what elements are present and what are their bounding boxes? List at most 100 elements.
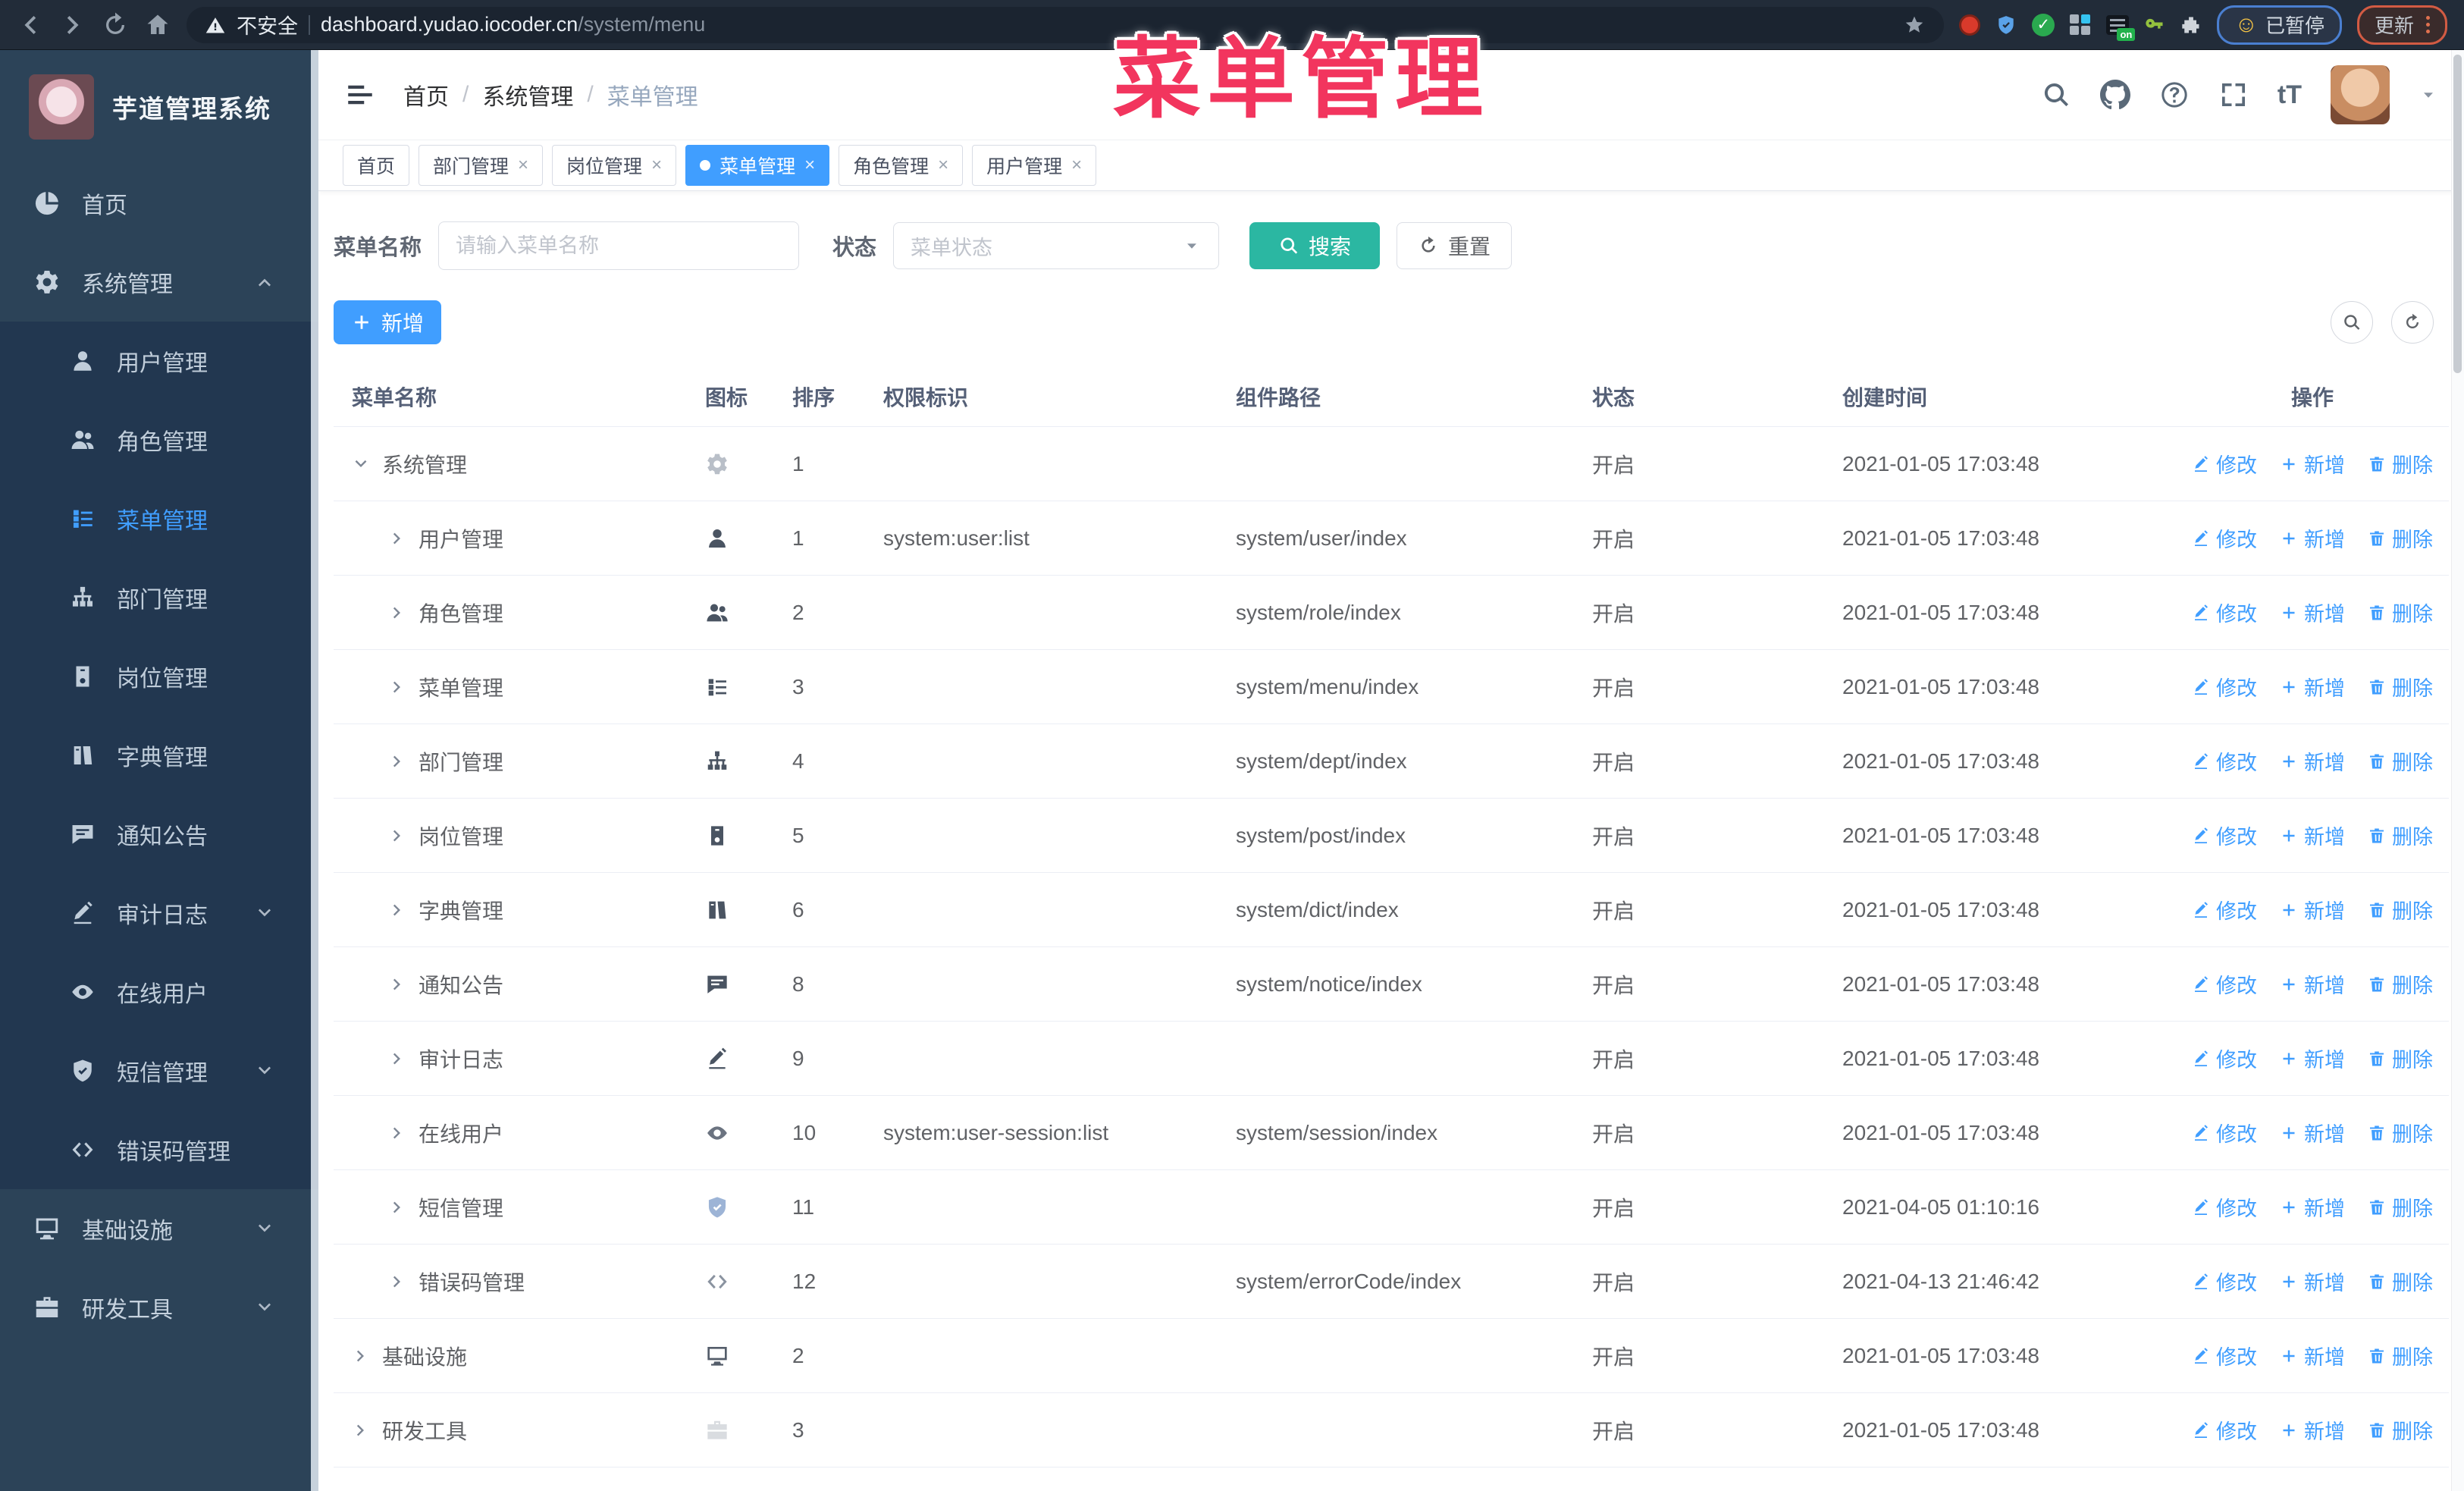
breadcrumb-home[interactable]: 首页 (403, 78, 449, 111)
key-extension-icon[interactable] (2144, 14, 2165, 36)
expand-chevron-right-icon[interactable] (388, 1124, 406, 1142)
edit-link[interactable]: 修改 (2192, 1044, 2257, 1073)
view-tab-岗位管理[interactable]: 岗位管理 × (552, 145, 677, 186)
grid-extension-icon[interactable] (2070, 14, 2091, 36)
refresh-table-button[interactable] (2391, 301, 2434, 344)
delete-link[interactable]: 删除 (2368, 598, 2433, 627)
delete-link[interactable]: 删除 (2368, 1118, 2433, 1147)
expand-chevron-right-icon[interactable] (388, 975, 406, 993)
kebab-menu-icon[interactable] (2426, 16, 2430, 33)
view-tab-部门管理[interactable]: 部门管理 × (419, 145, 544, 186)
fullscreen-icon[interactable] (2218, 80, 2249, 110)
breadcrumb-system[interactable]: 系统管理 (482, 78, 573, 111)
add-child-link[interactable]: 新增 (2280, 523, 2345, 553)
expand-collapse-icon[interactable] (352, 455, 370, 473)
edit-link[interactable]: 修改 (2192, 1341, 2257, 1370)
sidebar-item-gear[interactable]: 系统管理 (0, 243, 318, 322)
show-search-toggle-button[interactable] (2331, 301, 2373, 344)
edit-link[interactable]: 修改 (2192, 1267, 2257, 1296)
shield-extension-icon[interactable] (1995, 14, 2017, 36)
status-select[interactable]: 菜单状态 (893, 222, 1220, 269)
add-child-link[interactable]: 新增 (2280, 672, 2345, 702)
expand-chevron-right-icon[interactable] (352, 1347, 370, 1365)
sidebar-subitem-users[interactable]: 角色管理 (0, 400, 318, 479)
extensions-puzzle-icon[interactable] (2180, 14, 2202, 36)
sidebar-scrollbar[interactable] (311, 50, 318, 1491)
sidebar-subitem-menutree[interactable]: 菜单管理 (0, 479, 318, 558)
address-bar[interactable]: 不安全 dashboard.yudao.iocoder.cn/system/me… (187, 6, 1945, 43)
expand-chevron-right-icon[interactable] (388, 678, 406, 696)
scrollbar-thumb[interactable] (2453, 55, 2462, 373)
edit-link[interactable]: 修改 (2192, 1415, 2257, 1445)
delete-link[interactable]: 删除 (2368, 895, 2433, 924)
close-icon[interactable]: × (651, 155, 662, 176)
delete-link[interactable]: 删除 (2368, 1044, 2433, 1073)
view-tab-用户管理[interactable]: 用户管理 × (972, 145, 1097, 186)
add-child-link[interactable]: 新增 (2280, 821, 2345, 850)
edit-link[interactable]: 修改 (2192, 895, 2257, 924)
sidebar-subitem-online[interactable]: 在线用户 (0, 953, 318, 1031)
edit-link[interactable]: 修改 (2192, 672, 2257, 702)
close-icon[interactable]: × (1071, 155, 1082, 176)
sidebar-item-dashboard[interactable]: 首页 (0, 164, 318, 243)
view-tab-角色管理[interactable]: 角色管理 × (839, 145, 964, 186)
sidebar-subitem-org[interactable]: 部门管理 (0, 558, 318, 637)
edit-link[interactable]: 修改 (2192, 523, 2257, 553)
question-icon[interactable] (2159, 80, 2190, 110)
reset-button[interactable]: 重置 (1397, 222, 1513, 269)
add-child-link[interactable]: 新增 (2280, 1192, 2345, 1222)
add-child-link[interactable]: 新增 (2280, 598, 2345, 627)
close-icon[interactable]: × (518, 155, 528, 176)
search-icon[interactable] (2041, 80, 2071, 110)
paused-profile-chip[interactable]: ☺ 已暂停 (2217, 5, 2342, 45)
font-size-icon[interactable]: tT (2277, 80, 2302, 110)
expand-chevron-right-icon[interactable] (388, 529, 406, 548)
edit-link[interactable]: 修改 (2192, 1192, 2257, 1222)
close-icon[interactable]: × (804, 155, 815, 176)
expand-chevron-right-icon[interactable] (388, 1198, 406, 1216)
edit-link[interactable]: 修改 (2192, 821, 2257, 850)
close-icon[interactable]: × (938, 155, 948, 176)
add-child-link[interactable]: 新增 (2280, 1267, 2345, 1296)
expand-chevron-right-icon[interactable] (388, 1050, 406, 1068)
github-icon[interactable] (2099, 80, 2130, 110)
edit-link[interactable]: 修改 (2192, 598, 2257, 627)
menu-name-input[interactable] (438, 221, 800, 270)
expand-chevron-right-icon[interactable] (352, 1421, 370, 1439)
bookmark-star-icon[interactable] (1903, 14, 1926, 36)
delete-link[interactable]: 删除 (2368, 1192, 2433, 1222)
sidebar-item-toolbox[interactable]: 研发工具 (0, 1268, 318, 1347)
expand-chevron-right-icon[interactable] (388, 1273, 406, 1291)
browser-back-icon[interactable] (17, 11, 44, 39)
expand-chevron-right-icon[interactable] (388, 901, 406, 919)
search-button[interactable]: 搜索 (1249, 222, 1381, 269)
delete-link[interactable]: 删除 (2368, 1341, 2433, 1370)
browser-home-icon[interactable] (144, 11, 171, 39)
record-extension-icon[interactable] (1959, 14, 1981, 36)
add-child-link[interactable]: 新增 (2280, 1415, 2345, 1445)
add-child-link[interactable]: 新增 (2280, 895, 2345, 924)
delete-link[interactable]: 删除 (2368, 1267, 2433, 1296)
sidebar-subitem-audit[interactable]: 审计日志 (0, 874, 318, 953)
expand-chevron-right-icon[interactable] (388, 604, 406, 622)
view-tab-首页[interactable]: 首页 (343, 145, 410, 186)
update-button[interactable]: 更新 (2356, 5, 2447, 45)
sidebar-subitem-books[interactable]: 字典管理 (0, 716, 318, 795)
sidebar-item-monitor[interactable]: 基础设施 (0, 1189, 318, 1268)
edit-link[interactable]: 修改 (2192, 969, 2257, 999)
app-logo[interactable]: 芋道管理系统 (0, 50, 318, 164)
page-scrollbar[interactable] (2451, 50, 2464, 1491)
sidebar-subitem-code[interactable]: 错误码管理 (0, 1110, 318, 1189)
add-button[interactable]: 新增 (334, 300, 441, 344)
delete-link[interactable]: 删除 (2368, 821, 2433, 850)
add-child-link[interactable]: 新增 (2280, 746, 2345, 776)
delete-link[interactable]: 删除 (2368, 969, 2433, 999)
browser-reload-icon[interactable] (102, 11, 129, 39)
add-child-link[interactable]: 新增 (2280, 1044, 2345, 1073)
add-child-link[interactable]: 新增 (2280, 1341, 2345, 1370)
add-child-link[interactable]: 新增 (2280, 1118, 2345, 1147)
edit-link[interactable]: 修改 (2192, 746, 2257, 776)
expand-chevron-right-icon[interactable] (388, 752, 406, 771)
sidebar-subitem-notice[interactable]: 通知公告 (0, 795, 318, 874)
sidebar-subitem-badge[interactable]: 岗位管理 (0, 637, 318, 716)
